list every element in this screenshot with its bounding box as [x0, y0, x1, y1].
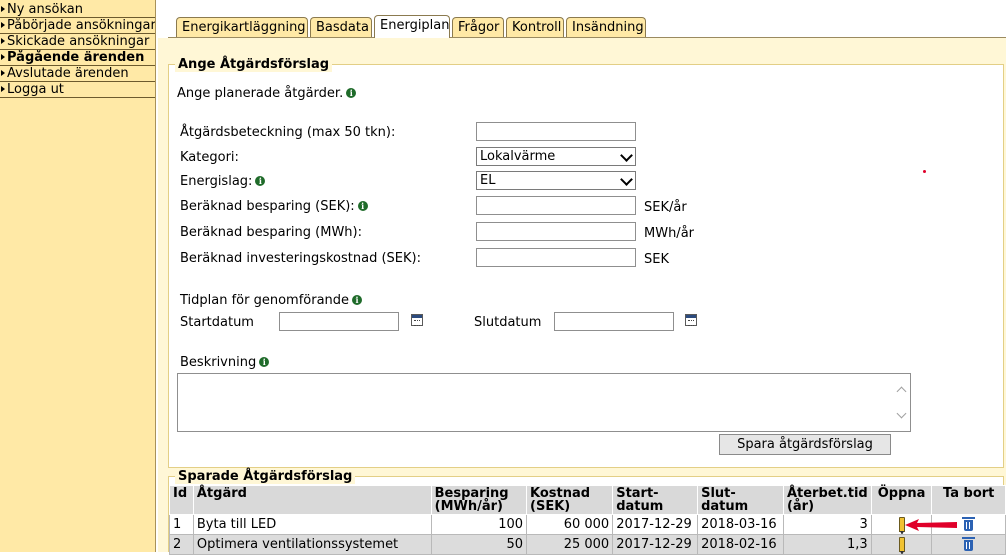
triangle-bullet-icon	[1, 6, 5, 12]
table-row: 1 Byta till LED 100 60 000 2017-12-29 20…	[169, 514, 1006, 535]
scroll-up-icon[interactable]	[896, 386, 907, 397]
info-icon[interactable]: i	[255, 176, 266, 186]
besparing-sek-input[interactable]	[476, 196, 636, 215]
col-header-besparing: Besparing (MWh/år)	[430, 485, 528, 515]
besparing-sek-label: Beräknad besparing (SEK): i	[180, 199, 368, 214]
sidebar-item-label: Avslutade ärenden	[7, 66, 129, 81]
energislag-label-text: Energislag:	[180, 174, 253, 189]
sidebar-item-label: Logga ut	[7, 82, 64, 97]
besparing-mwh-unit: MWh/år	[644, 226, 695, 241]
cell-kostnad: 60 000	[526, 514, 614, 535]
sidebar-item-label: Pågående ärenden	[7, 50, 145, 65]
startdatum-label: Startdatum	[180, 315, 254, 330]
invest-input[interactable]	[476, 248, 636, 267]
sidebar-item-label: Ny ansökan	[7, 2, 83, 17]
trash-icon[interactable]	[962, 517, 976, 531]
triangle-bullet-icon	[1, 38, 5, 44]
kategori-label: Kategori:	[180, 150, 239, 165]
triangle-bullet-icon	[1, 54, 5, 60]
energislag-label: Energislag: i	[180, 174, 266, 189]
col-header-atgard: Åtgärd	[192, 485, 432, 515]
slutdatum-input[interactable]	[554, 312, 674, 331]
table-header-row: Id Åtgärd Besparing (MWh/år) Kostnad (SE…	[169, 485, 1006, 515]
invest-label: Beräknad investeringskostnad (SEK):	[180, 251, 421, 266]
info-icon[interactable]: i	[352, 295, 363, 305]
arrow-shape	[905, 519, 957, 531]
invest-unit: SEK	[644, 252, 669, 267]
col-header-kostnad: Kostnad (SEK)	[526, 485, 614, 515]
sidebar-item-label: Skickade ansökningar	[7, 34, 150, 49]
kategori-select[interactable]: Lokalvärme	[476, 147, 636, 166]
beskrivning-label-text: Beskrivning	[180, 355, 257, 370]
col-header-start: Start-datum	[612, 485, 699, 515]
tab-fragor[interactable]: Frågor	[452, 17, 504, 37]
sidebar-item-paborjade[interactable]: Påbörjade ansökningar	[0, 18, 155, 34]
col-header-slut: Slut-datum	[697, 485, 784, 515]
chevron-down-icon	[620, 149, 633, 162]
besparing-sek-label-text: Beräknad besparing (SEK):	[180, 199, 355, 214]
tab-energiplan[interactable]: Energiplan	[374, 15, 450, 38]
form-intro: Ange planerade åtgärder. i	[177, 86, 357, 101]
col-header-oppna: Öppna	[870, 485, 933, 515]
saved-suggestions-table: Id Åtgärd Besparing (MWh/år) Kostnad (SE…	[169, 485, 1006, 555]
sidebar-item-skickade[interactable]: Skickade ansökningar	[0, 34, 155, 50]
beteckning-label: Åtgärdsbeteckning (max 50 tkn):	[180, 125, 396, 140]
trash-icon[interactable]	[962, 537, 976, 551]
red-dot-marker	[923, 170, 926, 173]
info-icon[interactable]: i	[357, 201, 368, 211]
form-legend: Ange Åtgärdsförslag	[175, 57, 333, 72]
form-intro-text: Ange planerade åtgärder.	[177, 86, 344, 101]
besparing-mwh-input[interactable]	[476, 222, 636, 241]
tab-insandning[interactable]: Insändning	[566, 17, 646, 37]
cell-start: 2017-12-29	[612, 514, 699, 535]
sidebar-item-avslutade[interactable]: Avslutade ärenden	[0, 66, 155, 82]
slutdatum-label: Slutdatum	[474, 315, 542, 330]
sidebar-item-label: Påbörjade ansökningar	[7, 18, 155, 33]
col-header-tabort: Ta bort	[931, 485, 1006, 515]
calendar-icon[interactable]	[411, 314, 423, 326]
sidebar-item-ny-ansokan[interactable]: Ny ansökan	[0, 2, 155, 18]
pencil-icon[interactable]	[898, 537, 905, 554]
save-button[interactable]: Spara åtgärdsförslag	[719, 434, 891, 455]
sidebar-item-logga-ut[interactable]: Logga ut	[0, 82, 155, 98]
tab-energikartlaggning[interactable]: Energikartläggning	[176, 17, 308, 37]
triangle-bullet-icon	[1, 86, 5, 92]
sidebar-item-pagaende[interactable]: Pågående ärenden	[0, 50, 155, 66]
cell-id: 1	[169, 514, 194, 535]
sidebar-nav: Ny ansökan Påbörjade ansökningar Skickad…	[0, 0, 156, 552]
beteckning-input[interactable]	[476, 122, 636, 141]
cell-atgard: Byta till LED	[192, 514, 432, 535]
startdatum-input[interactable]	[279, 312, 399, 331]
besparing-sek-unit: SEK/år	[644, 200, 687, 215]
tidplan-heading: Tidplan för genomförande i	[180, 293, 363, 308]
col-header-aterbet: Återbet.tid (år)	[782, 485, 872, 515]
kategori-selected-value: Lokalvärme	[480, 149, 556, 164]
cell-aterbet: 3	[782, 514, 872, 535]
cell-slut: 2018-03-16	[697, 514, 784, 535]
info-icon[interactable]: i	[259, 357, 270, 367]
info-icon[interactable]: i	[346, 88, 357, 98]
besparing-mwh-label: Beräknad besparing (MWh):	[180, 225, 362, 240]
energislag-selected-value: EL	[480, 173, 496, 188]
tab-bar: Energikartläggning Basdata Energiplan Fr…	[168, 15, 1006, 38]
red-arrow-annotation	[905, 519, 957, 531]
calendar-icon[interactable]	[685, 314, 697, 326]
textarea-scrollbar[interactable]	[894, 374, 910, 431]
beskrivning-textarea[interactable]	[177, 373, 911, 432]
tab-basdata[interactable]: Basdata	[310, 17, 372, 37]
tidplan-heading-text: Tidplan för genomförande	[180, 293, 350, 308]
cell-besparing: 100	[430, 514, 528, 535]
beskrivning-label: Beskrivning i	[180, 355, 270, 370]
triangle-bullet-icon	[1, 70, 5, 76]
chevron-down-icon	[620, 173, 633, 186]
tab-kontroll[interactable]: Kontroll	[506, 17, 564, 37]
energislag-select[interactable]: EL	[476, 171, 636, 190]
col-header-id: Id	[169, 485, 194, 515]
scroll-down-icon[interactable]	[896, 408, 907, 419]
triangle-bullet-icon	[1, 22, 5, 28]
saved-legend: Sparade Åtgärdsförslag	[175, 469, 356, 484]
